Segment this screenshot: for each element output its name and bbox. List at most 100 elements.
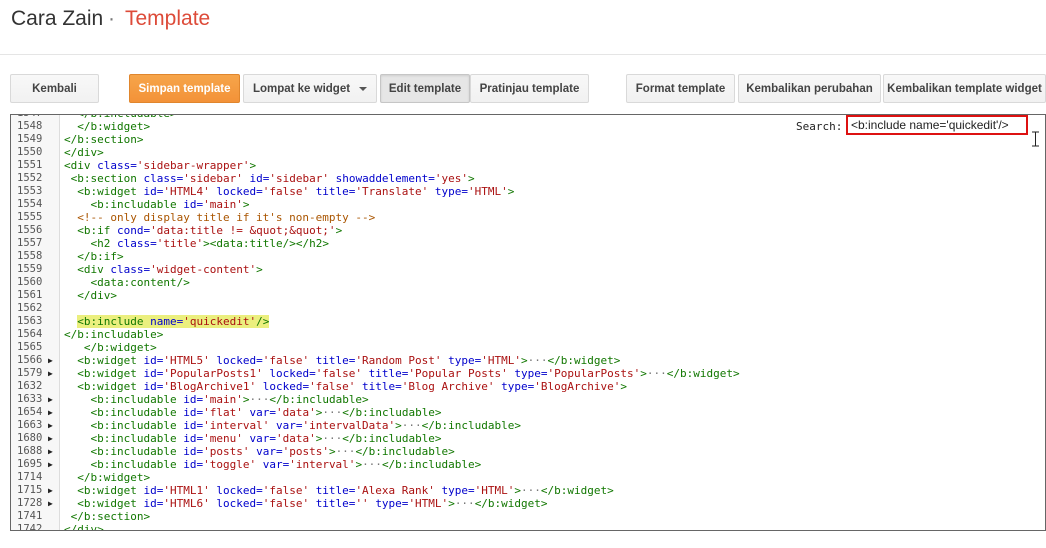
fold-arrow-icon[interactable]: ▶ [48,497,53,510]
fold-arrow-icon[interactable]: ▶ [48,393,53,406]
edit-template-tab[interactable]: Edit template [380,74,470,103]
code-line[interactable]: 1558 </b:if> [11,250,1045,263]
blog-name[interactable]: Cara Zain [11,7,103,31]
code-token: > [468,172,475,185]
code-token: id= [143,484,164,497]
code-token: id= [143,367,164,380]
code-line[interactable]: 1559 <div class='widget-content'> [11,263,1045,276]
code-line[interactable]: 1715 ▶ <b:widget id='HTML1' locked='false… [11,484,1045,497]
code-token: title= [315,484,356,497]
format-template-button[interactable]: Format template [626,74,735,103]
code-text: <b:includable id='main'>···</b:includabl… [64,393,369,406]
fold-arrow-icon[interactable]: ▶ [48,406,53,419]
search-input[interactable] [846,115,1028,135]
code-line[interactable]: 1714 </b:widget> [11,471,1045,484]
code-line[interactable]: 1663 ▶ <b:includable id='interval' var='i… [11,419,1045,432]
code-line[interactable]: 1741 </b:section> [11,510,1045,523]
code-line[interactable]: 1728 ▶ <b:widget id='HTML6' locked='false… [11,497,1045,510]
code-text: </div> [64,146,104,159]
code-token: > [507,185,515,198]
code-text: <b:includable id='toggle' var='interval'… [64,458,482,471]
code-line[interactable]: 1632 <b:widget id='BlogArchive1' locked=… [11,380,1045,393]
fold-arrow-icon[interactable]: ▶ [48,445,53,458]
code-line[interactable]: 1566 ▶ <b:widget id='HTML5' locked='false… [11,354,1045,367]
code-token: 'Random Post' [355,354,442,367]
line-number: 1579 [17,367,43,379]
code-editor[interactable]: 1547 </b:includable>1548 </b:widget>1549… [10,114,1046,531]
code-line[interactable]: 1561 </div> [11,289,1045,302]
save-template-button[interactable]: Simpan template [129,74,240,103]
jump-to-widget-label: Lompat ke widget [252,82,351,95]
revert-changes-button[interactable]: Kembalikan perubahan [738,74,881,103]
code-token: 'Popular Posts' [408,367,508,380]
code-line[interactable]: 1553 <b:widget id='HTML4' locked='false'… [11,185,1045,198]
code-token: 'HTML' [468,185,508,198]
code-token: > [242,198,250,211]
code-line[interactable]: 1560 <data:content/> [11,276,1045,289]
code-line[interactable]: 1557 <h2 class='title'><data:title/></h2… [11,237,1045,250]
code-token: 'BlogArchive' [534,380,621,393]
line-number: 1561 [17,289,43,301]
code-line[interactable]: 1565 </b:widget> [11,341,1045,354]
code-text: </b:section> [64,510,150,523]
code-text: </b:if> [64,250,123,263]
code-token: <b:includable [90,419,184,432]
code-token: title= [362,380,402,393]
code-line[interactable]: 1556 <b:if cond='data:title != &quot;&qu… [11,224,1045,237]
code-token: ··· [362,458,382,471]
code-token: > [328,445,336,458]
code-token: id= [183,198,204,211]
code-line[interactable]: 1562 [11,302,1045,315]
code-line[interactable]: 1554 <b:includable id='main'> [11,198,1045,211]
code-token: id= [183,393,204,406]
code-line[interactable]: 1564 </b:includable> [11,328,1045,341]
code-token: </b:includable> [342,406,442,419]
code-line[interactable]: 1550 </div> [11,146,1045,159]
code-token: locked= [216,484,263,497]
code-line[interactable]: 1654 ▶ <b:includable id='flat' var='data'… [11,406,1045,419]
code-line[interactable]: 1563 <b:include name='quickedit'/> [11,315,1045,328]
code-line[interactable]: 1579 ▶ <b:widget id='PopularPosts1' locke… [11,367,1045,380]
code-line[interactable]: 1633 ▶ <b:includable id='main'>···</b:inc… [11,393,1045,406]
code-line[interactable]: 1695 ▶ <b:includable id='toggle' var='int… [11,458,1045,471]
code-token: </b:includable> [342,432,442,445]
code-token: var= [275,419,303,432]
fold-arrow-icon[interactable]: ▶ [48,484,53,497]
fold-arrow-icon[interactable]: ▶ [48,432,53,445]
code-token: id= [143,497,164,510]
fold-arrow-icon[interactable]: ▶ [48,354,53,367]
code-token: 'data' [275,432,316,445]
code-line[interactable]: 1688 ▶ <b:includable id='posts' var='post… [11,445,1045,458]
code-token: > [256,263,263,276]
code-line[interactable]: 1555 <!-- only display title if it's non… [11,211,1045,224]
code-token: </b:includable> [64,328,164,341]
jump-to-widget-button[interactable]: Lompat ke widget [243,74,377,103]
fold-arrow-icon[interactable]: ▶ [48,419,53,432]
line-number: 1557 [17,237,43,249]
fold-arrow-icon[interactable]: ▶ [48,367,53,380]
code-line[interactable]: 1552 <b:section class='sidebar' id='side… [11,172,1045,185]
back-button[interactable]: Kembali [10,74,99,103]
revert-widget-template-button[interactable]: Kembalikan template widget [883,74,1046,103]
code-line[interactable]: 1680 ▶ <b:includable id='menu' var='data'… [11,432,1045,445]
code-token: 'PopularPosts' [547,367,641,380]
code-token: <div [64,159,98,172]
line-number: 1714 [17,471,43,483]
preview-template-tab[interactable]: Pratinjau template [470,74,589,103]
code-token: 'interval' [289,458,356,471]
fold-arrow-icon[interactable]: ▶ [48,458,53,471]
code-token: locked= [216,185,263,198]
code-line[interactable]: 1742 </div> [11,523,1045,530]
code-line[interactable]: 1551 <div class='sidebar-wrapper'> [11,159,1045,172]
